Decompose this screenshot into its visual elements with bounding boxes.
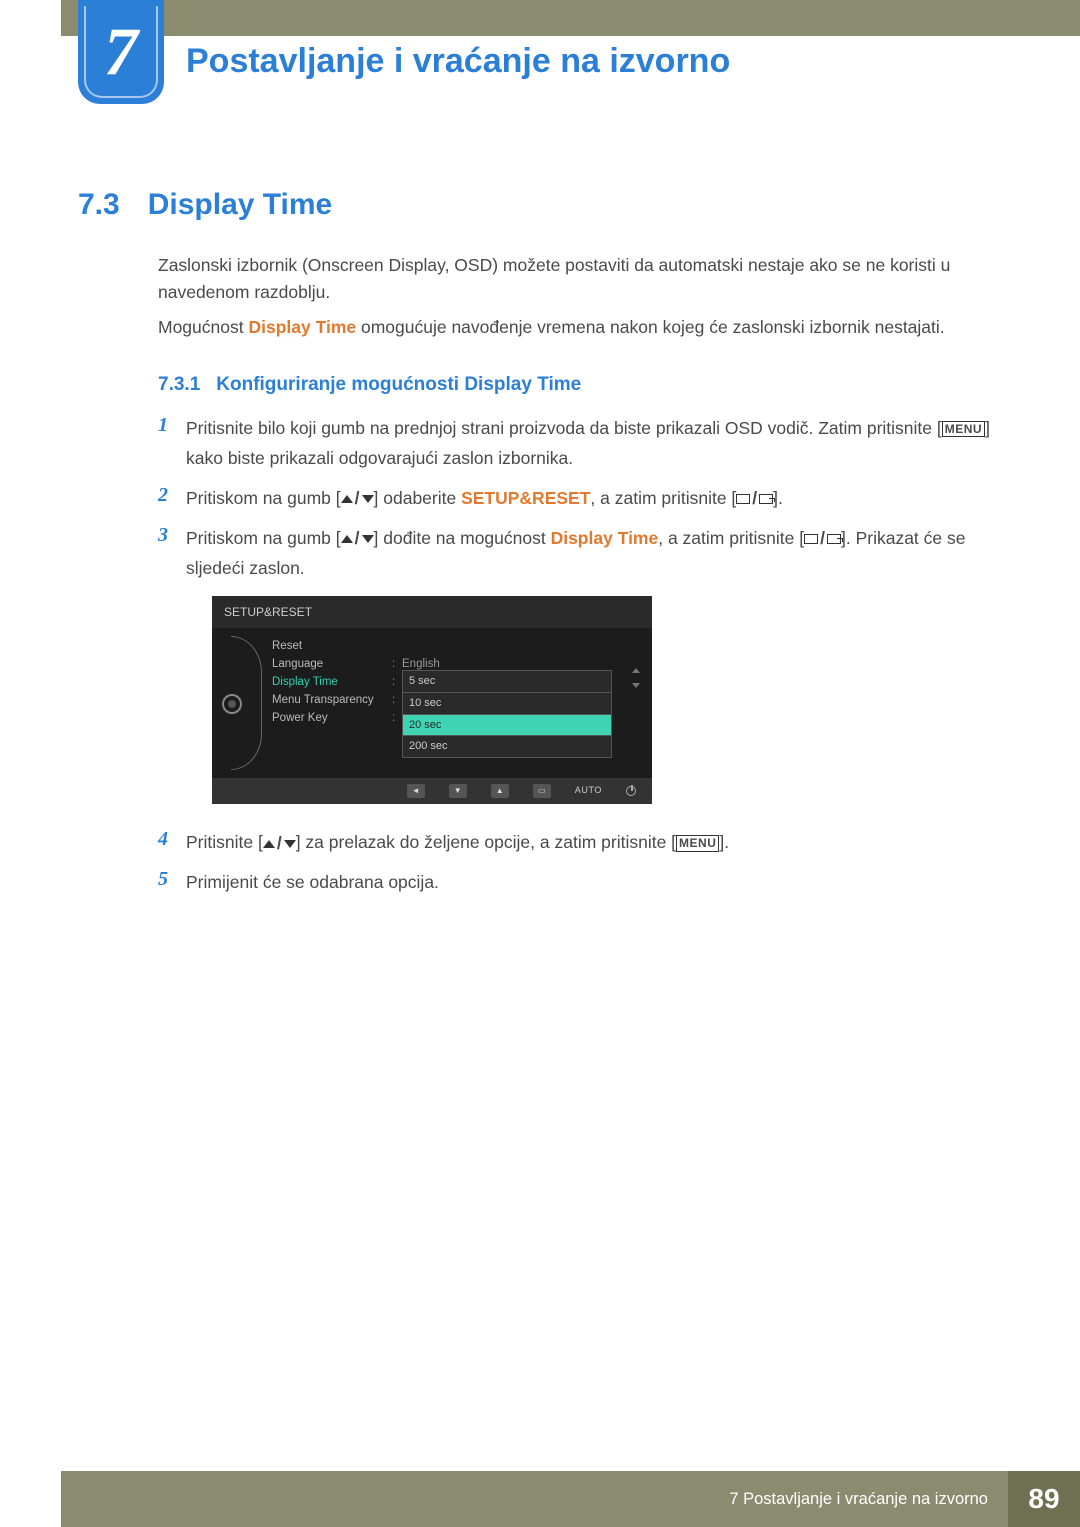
header-strip [61,0,1080,36]
chapter-title: Postavljanje i vraćanje na izvorno [186,42,730,81]
subsection-title: Konfiguriranje mogućnosti Display Time [216,374,581,395]
footer-page-number: 89 [1008,1471,1080,1527]
step-2-a: Pritiskom na gumb [ [186,488,341,508]
section-heading: 7.3 Display Time [78,188,332,222]
osd-footer-up-icon: ▲ [491,784,509,798]
step-4-number: 4 [158,828,186,858]
step-4-a: Pritisnite [ [186,832,263,852]
menu-key-icon: MENU [676,835,719,851]
osd-screenshot: SETUP&RESET Reset Language:English Displ… [212,596,652,804]
step-1-number: 1 [158,414,186,474]
osd-power-key-label: Power Key [272,709,392,729]
step-5-number: 5 [158,868,186,898]
osd-footer-left-icon: ◄ [407,784,425,798]
tick-down-icon [632,683,640,688]
screen-enter-icon: / [736,484,773,514]
up-down-icon: / [263,829,296,859]
step-1-a: Pritisnite bilo koji gumb na prednjoj st… [186,418,942,438]
step-3-text: Pritiskom na gumb [/] dođite na mogućnos… [186,524,1002,818]
intro2-lead: Mogućnost [158,317,248,337]
up-down-icon: / [341,524,374,554]
triangle-up-icon [341,535,353,543]
osd-display-time-label: Display Time [272,673,392,693]
triangle-down-icon [284,840,296,848]
triangle-up-icon [341,495,353,503]
setup-reset-highlight: SETUP&RESET [461,488,590,508]
up-down-icon: / [341,484,374,514]
step-2-text: Pritiskom na gumb [/] odaberite SETUP&RE… [186,484,1002,514]
osd-curve-decoration [212,628,266,778]
intro2-highlight: Display Time [248,317,356,337]
step-5: 5 Primijenit će se odabrana opcija. [158,868,1002,898]
step-3-number: 3 [158,524,186,818]
step-1-text: Pritisnite bilo koji gumb na prednjoj st… [186,414,1002,474]
intro2-tail: omogućuje navođenje vremena nakon kojeg … [356,317,945,337]
step-4-c: ]. [719,832,729,852]
subsection-number: 7.3.1 [158,374,200,395]
triangle-down-icon [362,495,374,503]
step-4-b: ] za prelazak do željene opcije, a zatim… [296,832,676,852]
step-3-b: ] dođite na mogućnost [374,528,551,548]
step-3: 3 Pritiskom na gumb [/] dođite na mogućn… [158,524,1002,818]
step-1: 1 Pritisnite bilo koji gumb na prednjoj … [158,414,1002,474]
osd-body: Reset Language:English Display Time: Men… [212,628,652,778]
footer-chapter-label: 7 Postavljanje i vraćanje na izvorno [61,1471,1008,1527]
step-2-number: 2 [158,484,186,514]
osd-reset-label: Reset [272,637,392,657]
osd-option-1: 10 sec [402,692,612,714]
steps-list: 1 Pritisnite bilo koji gumb na prednjoj … [158,414,1002,908]
step-5-text: Primijenit će se odabrana opcija. [186,868,1002,898]
subsection-heading: 7.3.1 Konfiguriranje mogućnosti Display T… [158,374,581,396]
chapter-tab-inner: 7 [84,6,158,98]
osd-option-3: 200 sec [402,735,612,758]
power-icon [626,786,636,796]
triangle-up-icon [263,840,275,848]
intro-paragraph-1: Zaslonski izbornik (Onscreen Display, OS… [158,252,1002,306]
screen-enter-icon: / [804,524,841,554]
osd-options-popup: 5 sec 10 sec 20 sec 200 sec [402,670,612,758]
section-title: Display Time [148,188,333,221]
osd-title: SETUP&RESET [212,596,652,628]
screen-icon [736,494,750,504]
step-2-c: , a zatim pritisnite [ [590,488,736,508]
osd-option-0: 5 sec [402,670,612,692]
osd-item-reset: Reset [272,638,652,656]
page-footer: 7 Postavljanje i vraćanje na izvorno 89 [0,1471,1080,1527]
intro-paragraph-2: Mogućnost Display Time omogućuje navođen… [158,314,1002,341]
menu-key-icon: MENU [942,421,985,437]
step-3-c: , a zatim pritisnite [ [658,528,804,548]
chapter-tab: 7 [78,0,164,104]
step-3-a: Pritiskom na gumb [ [186,528,341,548]
step-2-b: ] odaberite [374,488,462,508]
display-time-highlight: Display Time [551,528,659,548]
section-number: 7.3 [78,188,120,221]
enter-icon [827,534,841,544]
enter-icon [759,494,773,504]
osd-transparency-label: Menu Transparency [272,691,392,711]
step-4-text: Pritisnite [/] za prelazak do željene op… [186,828,1002,858]
gear-icon [222,694,242,714]
footer-left-gap [0,1471,61,1527]
triangle-down-icon [362,535,374,543]
step-4: 4 Pritisnite [/] za prelazak do željene … [158,828,1002,858]
osd-language-label: Language [272,655,392,675]
osd-option-2-selected: 20 sec [402,714,612,736]
tick-up-icon [632,668,640,673]
osd-footer-auto: AUTO [575,783,602,798]
screen-icon [804,534,818,544]
osd-footer-enter-icon: ▭ [533,784,551,798]
osd-footer: ◄ ▼ ▲ ▭ AUTO [212,778,652,804]
osd-scroll-ticks [632,668,640,688]
chapter-number: 7 [104,12,138,91]
osd-footer-down-icon: ▼ [449,784,467,798]
step-2: 2 Pritiskom na gumb [/] odaberite SETUP&… [158,484,1002,514]
